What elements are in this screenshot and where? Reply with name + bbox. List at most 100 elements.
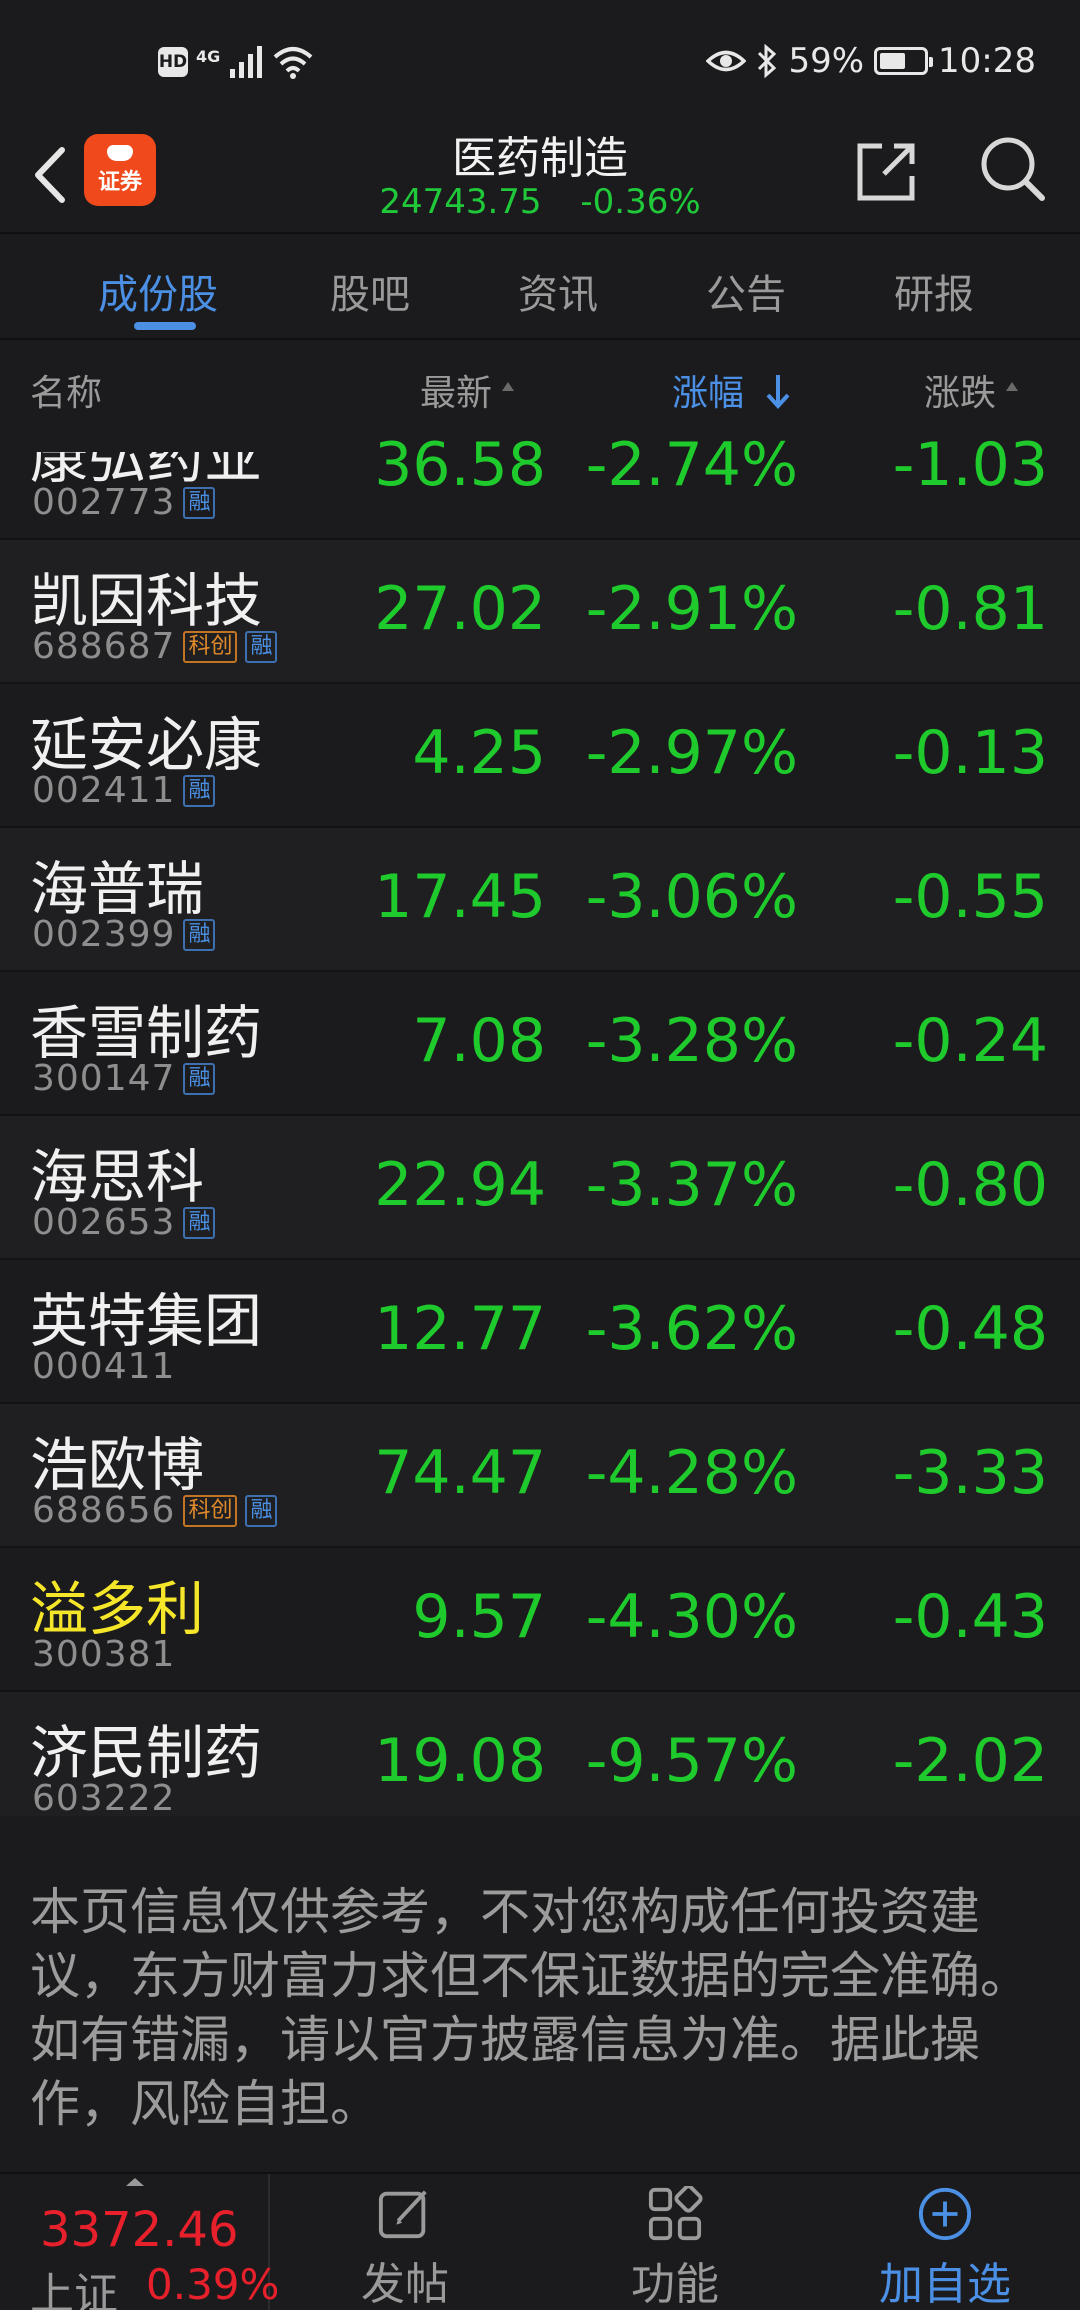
battery-percent: 59% xyxy=(788,41,865,81)
stock-pct-change: -3.06% xyxy=(585,862,798,932)
stock-price: 4.25 xyxy=(412,718,546,788)
stock-row[interactable]: 延安必康 002411 融 4.25 -2.97% -0.13 xyxy=(0,684,1080,828)
tab-research[interactable]: 研报 xyxy=(894,262,974,320)
stock-pct-change: -4.30% xyxy=(585,1582,798,1652)
disclaimer-text: 本页信息仅供参考，不对您构成任何投资建议，东方财富力求但不保证数据的完全准确。如… xyxy=(30,1883,1030,2133)
stock-row[interactable]: 香雪制药 300147 融 7.08 -3.28% -0.24 xyxy=(0,972,1080,1116)
stock-code: 688656 xyxy=(32,1490,176,1531)
star-market-tag: 科创 xyxy=(183,1494,238,1527)
stock-code-line: 002399 融 xyxy=(32,914,216,955)
stock-row[interactable]: 济民制药 603222 19.08 -9.57% -2.02 xyxy=(0,1692,1080,1816)
plus-circle-icon xyxy=(918,2187,972,2241)
functions-button[interactable]: 功能 xyxy=(610,2174,740,2310)
tab-announcements[interactable]: 公告 xyxy=(706,262,786,320)
sort-down-arrow-icon xyxy=(766,375,790,409)
stock-code-line: 000411 xyxy=(32,1346,175,1387)
stock-code: 603222 xyxy=(32,1778,176,1816)
stock-row[interactable]: 康弘药业 002773 融 36.58 -2.74% -1.03 xyxy=(0,436,1080,540)
column-header: 名称 最新 涨幅 涨跌 xyxy=(0,342,1080,436)
post-button[interactable]: 发帖 xyxy=(340,2174,470,2310)
stock-code: 000411 xyxy=(32,1346,176,1387)
add-watchlist-label: 加自选 xyxy=(879,2259,1011,2310)
stock-change: -0.13 xyxy=(892,718,1048,788)
margin-tag: 融 xyxy=(183,486,216,519)
stock-pct-change: -4.28% xyxy=(585,1438,798,1508)
stock-price: 22.94 xyxy=(374,1150,546,1220)
hd-badge: HD xyxy=(158,47,188,77)
sort-indicator-icon xyxy=(1006,382,1019,391)
stock-change: -2.02 xyxy=(892,1726,1048,1796)
stock-code: 002653 xyxy=(32,1202,176,1243)
stock-price: 27.02 xyxy=(374,574,546,644)
col-pct[interactable]: 涨幅 xyxy=(672,364,791,416)
stock-code: 002399 xyxy=(32,914,176,955)
margin-tag: 融 xyxy=(183,1062,216,1095)
stock-code-line: 300147 融 xyxy=(32,1058,216,1099)
battery-icon xyxy=(874,47,934,75)
stock-row[interactable]: 英特集团 000411 12.77 -3.62% -0.48 xyxy=(0,1260,1080,1404)
stock-code: 300147 xyxy=(32,1058,176,1099)
tab-constituents[interactable]: 成份股 xyxy=(98,262,218,320)
stock-price: 9.57 xyxy=(412,1582,546,1652)
stock-code-line: 002773 融 xyxy=(32,482,216,523)
tab-news[interactable]: 资讯 xyxy=(518,262,598,320)
stock-price: 36.58 xyxy=(374,436,546,500)
col-pct-label: 涨幅 xyxy=(672,373,745,414)
stock-change: -0.80 xyxy=(892,1150,1048,1220)
stock-code-line: 300381 xyxy=(32,1634,175,1675)
stock-change: -3.33 xyxy=(892,1438,1048,1508)
expand-handle-icon xyxy=(126,2178,144,2186)
col-latest[interactable]: 最新 xyxy=(420,364,515,416)
stock-code: 002411 xyxy=(32,770,176,811)
stock-pct-change: -9.57% xyxy=(585,1726,798,1796)
stock-change: -0.81 xyxy=(892,574,1048,644)
bluetooth-icon xyxy=(758,44,777,78)
margin-tag: 融 xyxy=(183,918,216,951)
stock-row[interactable]: 海普瑞 002399 融 17.45 -3.06% -0.55 xyxy=(0,828,1080,972)
stock-code-line: 688656 科创融 xyxy=(32,1490,278,1531)
stock-change: -0.24 xyxy=(892,1006,1048,1076)
stock-code-line: 002653 融 xyxy=(32,1202,216,1243)
tab-bar: 成份股 股吧 资讯 公告 研报 xyxy=(0,236,1080,340)
eye-comfort-icon xyxy=(706,50,747,72)
network-type: 4G xyxy=(196,46,221,66)
add-watchlist-button[interactable]: 加自选 xyxy=(865,2174,1025,2310)
active-tab-indicator xyxy=(134,322,196,330)
stock-pct-change: -2.97% xyxy=(585,718,798,788)
sector-index-change: -0.36% xyxy=(580,182,701,222)
clock: 10:28 xyxy=(938,41,1036,81)
stock-row[interactable]: 溢多利 300381 9.57 -4.30% -0.43 xyxy=(0,1548,1080,1692)
col-change[interactable]: 涨跌 xyxy=(924,364,1019,416)
stock-pct-change: -3.62% xyxy=(585,1294,798,1364)
stock-pct-change: -2.91% xyxy=(585,574,798,644)
grid-apps-icon xyxy=(648,2186,703,2241)
stock-change: -0.48 xyxy=(892,1294,1048,1364)
margin-tag: 融 xyxy=(183,1206,216,1239)
share-icon[interactable] xyxy=(854,138,920,204)
header: 证券 医药制造 24743.75 -0.36% xyxy=(0,120,1080,234)
stock-code-line: 603222 xyxy=(32,1778,175,1816)
margin-tag: 融 xyxy=(245,630,278,663)
stock-code: 688687 xyxy=(32,626,176,667)
stock-code-line: 002411 融 xyxy=(32,770,216,811)
signal-icon xyxy=(230,46,263,78)
stock-pct-change: -2.74% xyxy=(585,436,798,500)
tab-forum[interactable]: 股吧 xyxy=(330,262,410,320)
status-right: 59% 10:28 xyxy=(706,36,1036,86)
stock-change: -1.03 xyxy=(892,436,1048,500)
bottom-bar: 3372.46 上证 0.39% 发帖 功能 加自选 xyxy=(0,2172,1080,2310)
stock-row[interactable]: 浩欧博 688656 科创融 74.47 -4.28% -3.33 xyxy=(0,1404,1080,1548)
stock-code: 002773 xyxy=(32,482,176,523)
stock-row[interactable]: 海思科 002653 融 22.94 -3.37% -0.80 xyxy=(0,1116,1080,1260)
market-index-widget[interactable]: 3372.46 上证 0.39% xyxy=(0,2174,279,2310)
stock-row[interactable]: 凯因科技 688687 科创融 27.02 -2.91% -0.81 xyxy=(0,540,1080,684)
search-icon[interactable] xyxy=(978,134,1048,204)
stock-price: 17.45 xyxy=(374,862,546,932)
stock-code-line: 688687 科创融 xyxy=(32,626,278,667)
star-market-tag: 科创 xyxy=(183,630,238,663)
margin-tag: 融 xyxy=(245,1494,278,1527)
status-bar: HD 4G 59% 10:28 xyxy=(0,0,1080,120)
stock-price: 7.08 xyxy=(412,1006,546,1076)
market-index-pct: 0.39% xyxy=(146,2260,280,2309)
stock-change: -0.43 xyxy=(892,1582,1048,1652)
